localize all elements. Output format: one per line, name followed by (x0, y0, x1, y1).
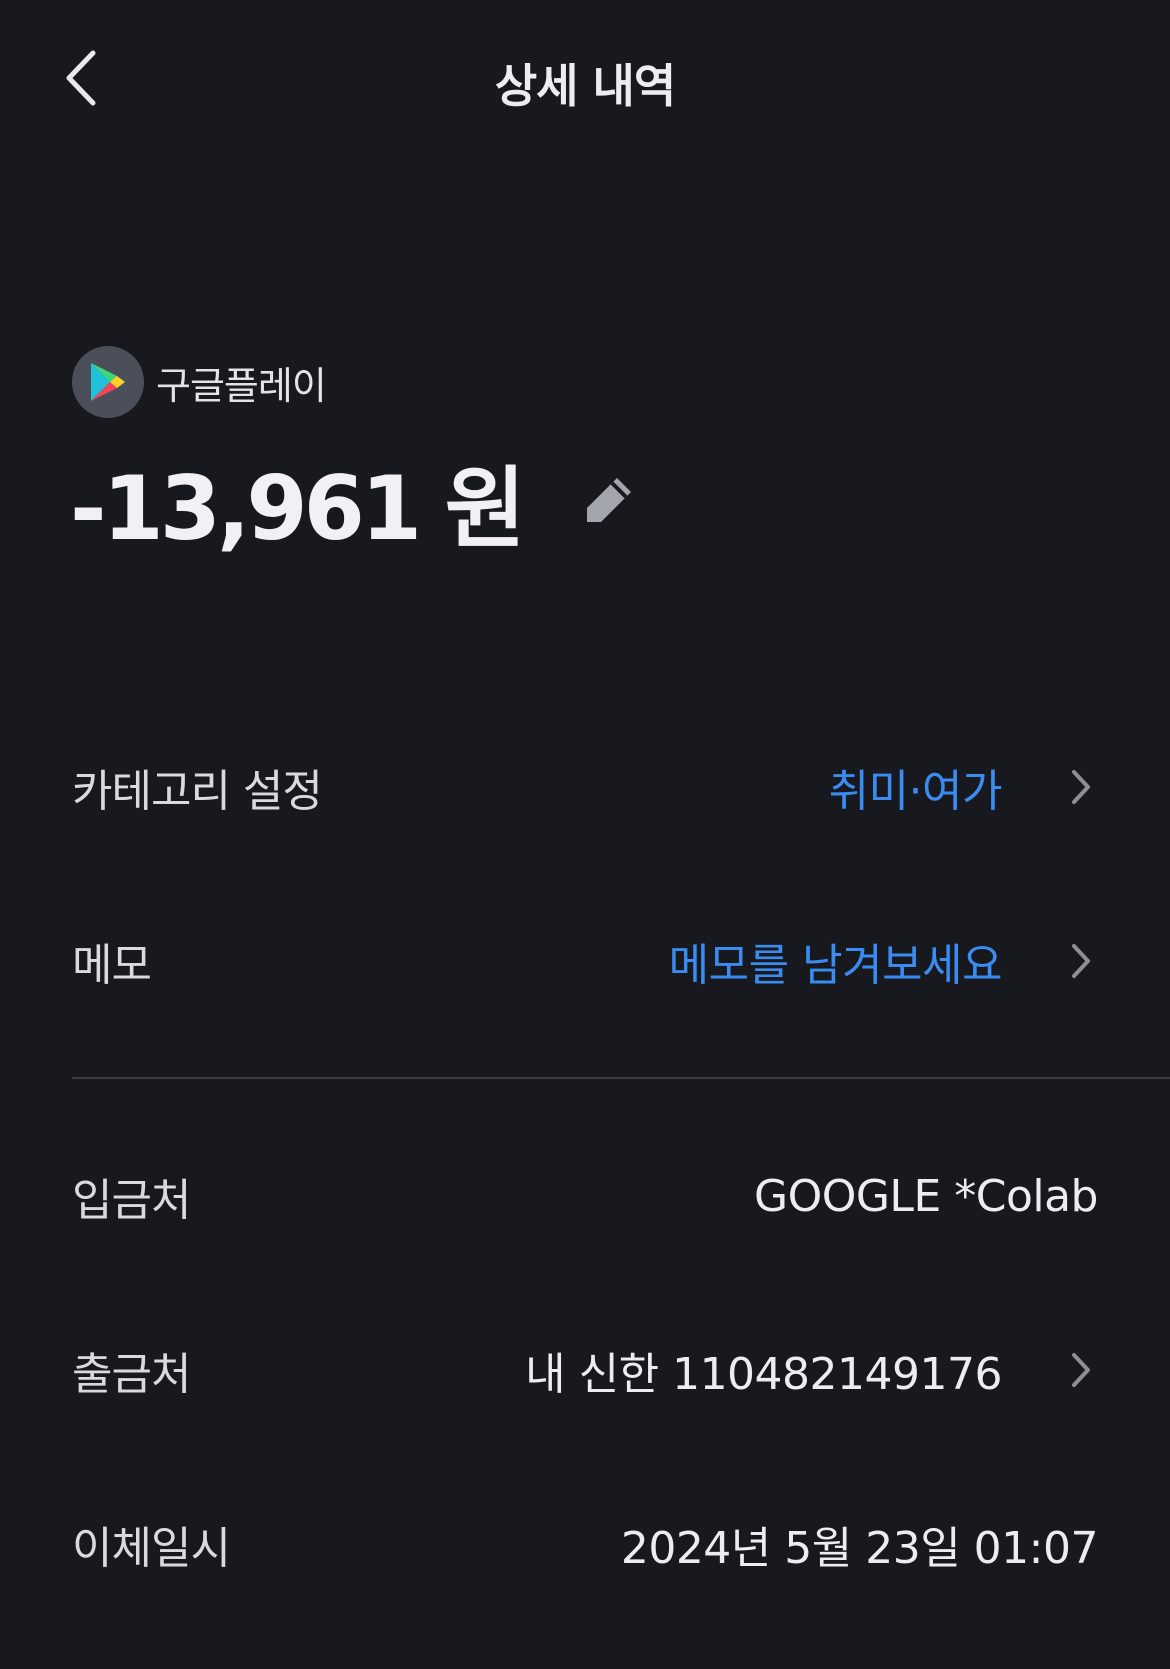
merchant-info: 구글플레이 (72, 346, 327, 418)
google-play-icon (72, 346, 144, 418)
payee-row: 입금처 GOOGLE *Colab (72, 1151, 1099, 1241)
category-value: 취미·여가 (828, 766, 1003, 817)
transfer-datetime-label: 이체일시 (72, 1523, 231, 1574)
transfer-datetime-value: 2024년 5월 23일 01:07 (620, 1523, 1099, 1574)
memo-label: 메모 (72, 940, 152, 991)
transaction-amount: -13,961 원 (70, 456, 526, 560)
chevron-right-icon (1072, 1353, 1090, 1387)
payee-value: GOOGLE *Colab (753, 1170, 1099, 1222)
chevron-right-icon (1072, 770, 1090, 804)
top-bar: 상세 내역 (0, 0, 1170, 160)
chevron-right-icon (1072, 944, 1090, 978)
section-divider (72, 1077, 1170, 1079)
withdrawal-account-value: 내 신한 110482149176 (525, 1349, 1002, 1400)
withdrawal-account-row[interactable]: 출금처 내 신한 110482149176 (72, 1325, 1098, 1415)
amount-row: -13,961 원 (70, 446, 640, 560)
edit-amount-button[interactable] (576, 469, 640, 533)
transaction-detail-screen: 상세 내역 구글플레이 -13,961 원 카테고리 설정 취미·여가 메모 메… (0, 0, 1170, 1669)
merchant-name: 구글플레이 (156, 363, 327, 408)
category-row[interactable]: 카테고리 설정 취미·여가 (72, 742, 1098, 832)
category-label: 카테고리 설정 (72, 766, 323, 817)
withdrawal-account-label: 출금처 (72, 1349, 191, 1400)
payee-label: 입금처 (72, 1175, 191, 1226)
memo-placeholder: 메모를 남겨보세요 (668, 940, 1003, 991)
memo-row[interactable]: 메모 메모를 남겨보세요 (72, 916, 1098, 1006)
page-title: 상세 내역 (494, 59, 676, 113)
transfer-datetime-row: 이체일시 2024년 5월 23일 01:07 (72, 1499, 1099, 1589)
pencil-icon (586, 478, 631, 522)
